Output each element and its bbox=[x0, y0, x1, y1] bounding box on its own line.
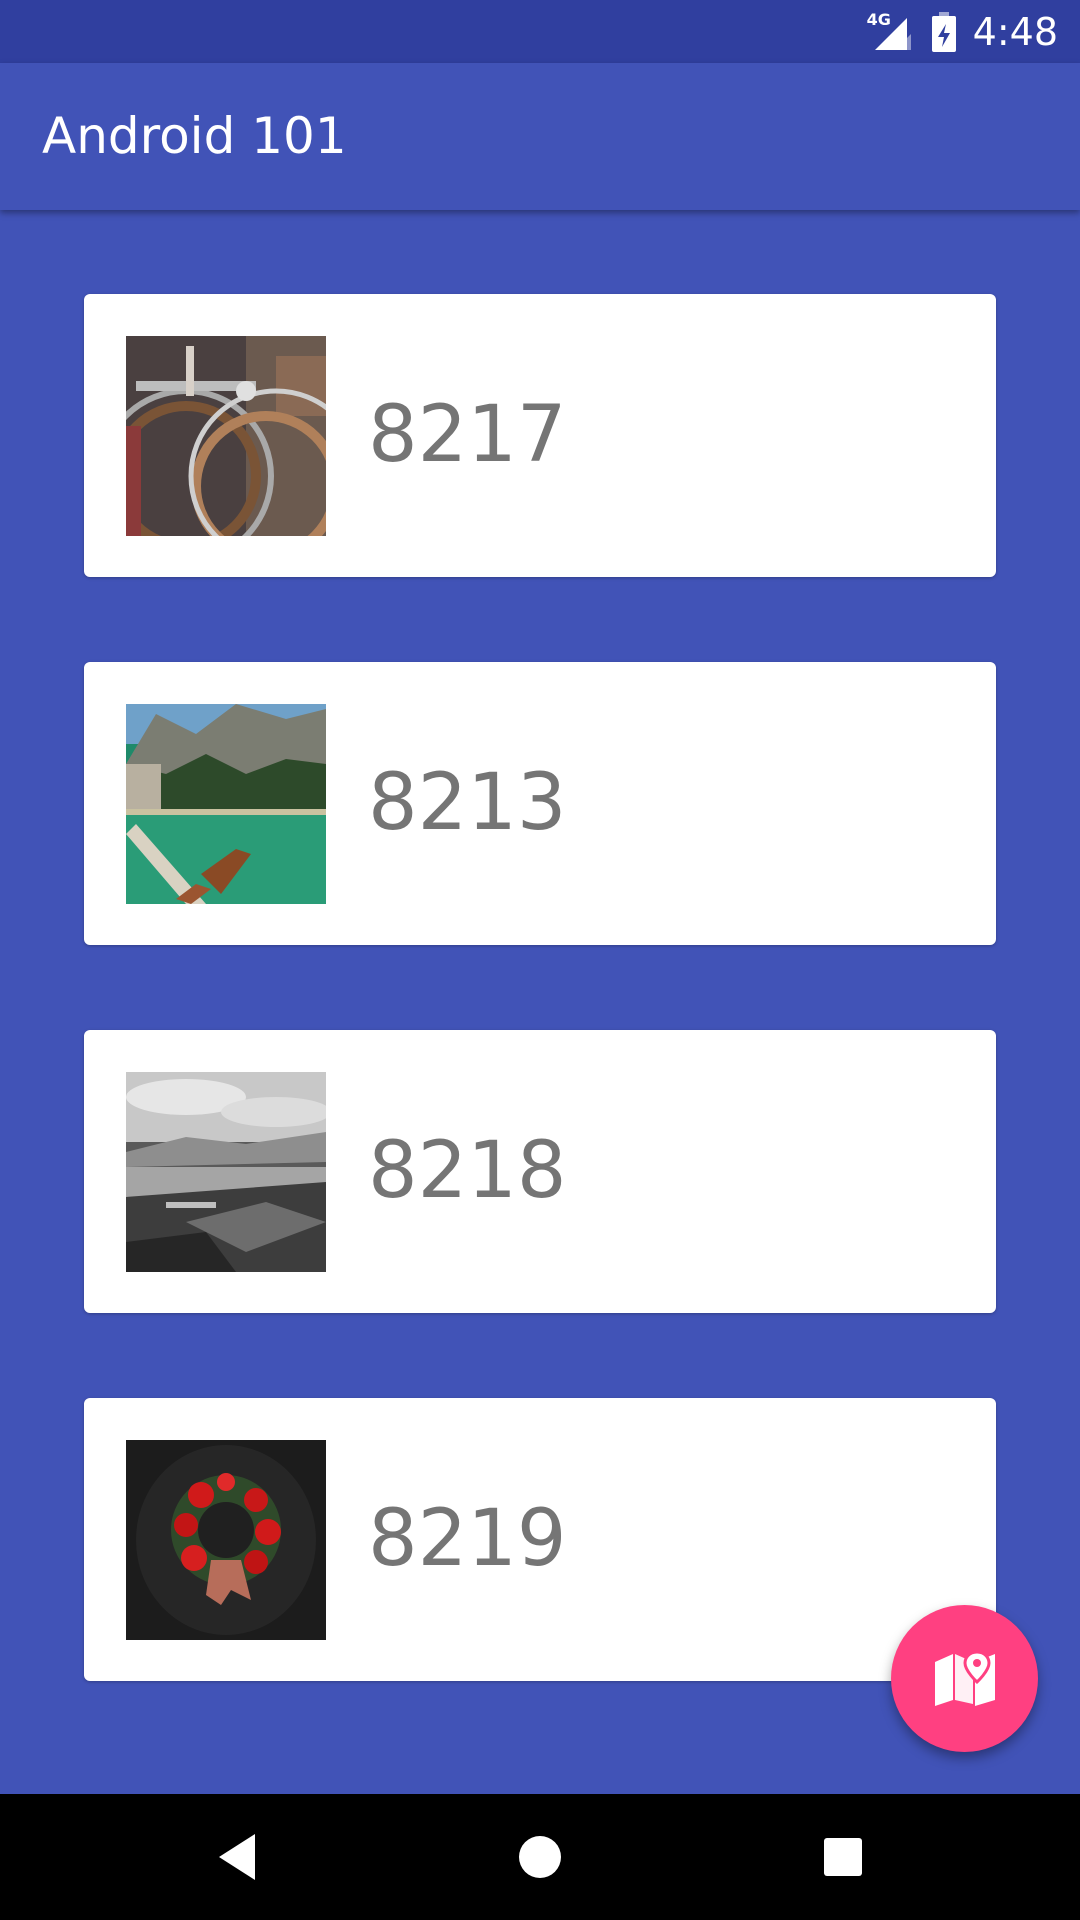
app-title: Android 101 bbox=[42, 107, 347, 165]
app-bar: Android 101 bbox=[0, 63, 1080, 210]
map-marker-icon bbox=[934, 1649, 995, 1706]
christmas-wreath-photo bbox=[126, 1440, 326, 1640]
item-number: 8219 bbox=[368, 1494, 567, 1584]
list-item[interactable]: 8218 bbox=[84, 1030, 996, 1313]
bicycles-photo bbox=[126, 336, 326, 536]
recents-button[interactable] bbox=[780, 1794, 906, 1920]
landscape-image bbox=[126, 1072, 326, 1272]
status-bar: 4G 4:48 bbox=[0, 0, 1080, 63]
network-type-label: 4G bbox=[866, 9, 891, 29]
item-number: 8213 bbox=[368, 758, 567, 848]
status-icons: 4G 4:48 bbox=[867, 0, 1058, 63]
network-signal-icon: 4G bbox=[867, 10, 915, 54]
item-list: 8217 8213 8218 8219 bbox=[84, 294, 996, 1766]
home-icon bbox=[519, 1836, 561, 1878]
mountain-lake-image bbox=[126, 704, 326, 904]
bicycles-image bbox=[126, 336, 326, 536]
home-button[interactable] bbox=[477, 1794, 603, 1920]
back-button[interactable] bbox=[174, 1794, 300, 1920]
navigation-bar bbox=[0, 1794, 1080, 1920]
list-item[interactable]: 8217 bbox=[84, 294, 996, 577]
list-item[interactable]: 8219 bbox=[84, 1398, 996, 1681]
wreath-image bbox=[126, 1440, 326, 1640]
battery-charging-icon bbox=[931, 11, 956, 52]
clock: 4:48 bbox=[972, 9, 1058, 54]
back-icon bbox=[219, 1834, 255, 1880]
list-item[interactable]: 8213 bbox=[84, 662, 996, 945]
mountain-lake-boats-photo bbox=[126, 704, 326, 904]
map-button[interactable] bbox=[891, 1605, 1038, 1752]
item-number: 8218 bbox=[368, 1126, 567, 1216]
recents-icon bbox=[824, 1838, 862, 1876]
item-number: 8217 bbox=[368, 390, 567, 480]
screen: 4G 4:48 Android 101 8217 8213 8218 8219 bbox=[0, 0, 1080, 1920]
black-white-landscape-photo bbox=[126, 1072, 326, 1272]
